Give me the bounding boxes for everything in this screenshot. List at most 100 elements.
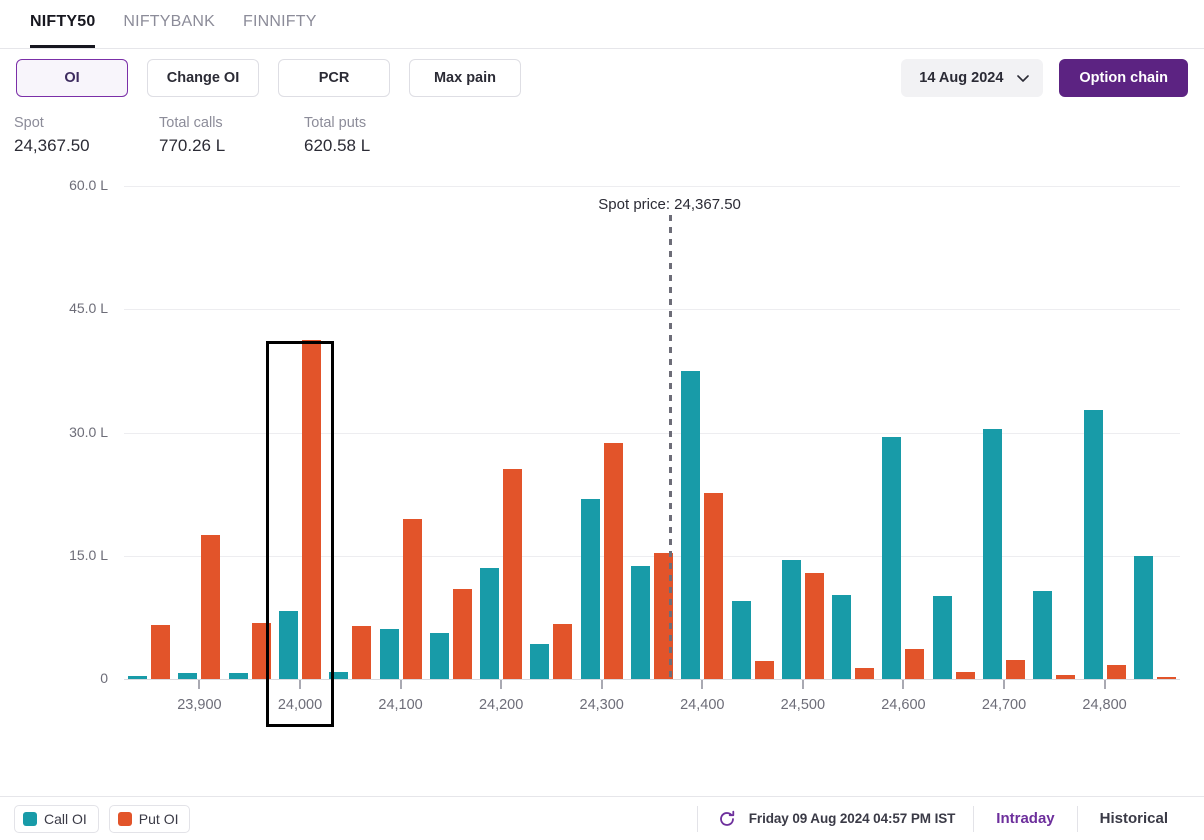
y-axis-tick-label: 15.0 L [69,546,108,563]
chart-right-controls: 14 Aug 2024 Option chain [901,59,1188,97]
highlight-box-24000 [266,341,334,727]
stat-spot: Spot 24,367.50 [14,113,159,159]
bar-call-oi[interactable] [429,633,449,679]
stat-value: 620.58 L [304,136,371,156]
y-axis-tick-label: 45.0 L [69,300,108,317]
bar-put-oi[interactable] [151,624,171,679]
x-axis-tick [1103,680,1106,689]
bar-call-oi[interactable] [1083,409,1103,679]
option-chain-button[interactable]: Option chain [1059,59,1188,97]
filter-change-oi[interactable]: Change OI [147,59,259,97]
tab-nifty50[interactable]: NIFTY50 [16,0,109,48]
summary-stats: Spot 24,367.50 Total calls 770.26 L Total pu… [14,113,504,159]
bar-call-oi[interactable] [228,673,248,679]
bar-call-oi[interactable] [882,437,902,679]
metric-filter-group: OI Change OI PCR Max pain [16,59,521,97]
bar-call-oi[interactable] [681,370,701,679]
chart-legend: Call OI Put OI [14,804,191,833]
chevron-down-icon [1017,74,1030,82]
x-axis-tick-label: 24,100 [378,697,423,713]
x-axis-tick [1003,680,1005,689]
put-oi-swatch [117,811,132,826]
x-axis-tick [500,680,503,689]
bar-call-oi[interactable] [480,568,500,679]
tab-finnifty[interactable]: FINNIFTY [229,0,331,48]
x-axis-tick [600,680,603,689]
bar-put-oi[interactable] [352,625,372,679]
footer-right: Friday 09 Aug 2024 04:57 PM IST Intraday… [696,804,1190,834]
bar-put-oi[interactable] [402,518,422,679]
bar-put-oi[interactable] [1006,660,1025,679]
x-axis-tick [902,680,905,689]
y-axis-tick-label: 30.0 L [69,423,108,440]
bar-put-oi[interactable] [603,443,623,679]
expiry-date-select[interactable]: 14 Aug 2024 [901,59,1044,97]
legend-label: Put OI [138,810,179,827]
bar-put-oi[interactable] [201,535,221,679]
call-oi-swatch [23,811,37,826]
x-axis-tick [399,680,402,689]
bar-call-oi[interactable] [932,596,952,679]
refresh-cell: Friday 09 Aug 2024 04:57 PM IST [698,810,974,828]
bar-call-oi[interactable] [128,675,148,679]
bar-put-oi[interactable] [1156,677,1176,679]
filter-oi[interactable]: OI [16,59,128,97]
bar-call-oi[interactable] [983,429,1002,679]
bar-put-oi[interactable] [905,648,925,679]
spot-price-line [668,215,672,679]
stat-total-puts: Total puts 620.58 L [304,113,504,159]
expiry-date-label: 14 Aug 2024 [919,70,1004,86]
stat-value: 770.26 L [159,136,226,156]
x-axis-tick-label: 24,400 [680,697,725,713]
stat-label: Spot [14,115,44,131]
mode-intraday[interactable]: Intraday [974,810,1076,827]
stat-label: Total calls [159,115,223,131]
bar-call-oi[interactable] [379,628,399,679]
x-axis-tick-label: 24,200 [478,697,524,713]
bar-call-oi[interactable] [178,673,198,679]
bar-call-oi[interactable] [530,643,550,679]
oi-chart-page: NIFTY50 NIFTYBANK FINNIFTY OI Change OI PCR M… [0,0,1204,840]
chart-footer: Call OI Put OI Friday 09 Aug 2024 04:57 P… [0,796,1204,840]
bar-put-oi[interactable] [452,589,472,679]
bar-put-oi[interactable] [855,667,875,679]
bar-put-oi[interactable] [1106,665,1126,679]
bar-call-oi[interactable] [731,600,751,679]
stat-label: Total puts [304,115,367,131]
x-axis-tick-label: 23,900 [177,697,222,713]
x-axis-tick-label: 24,500 [780,697,826,713]
bar-call-oi[interactable] [781,559,801,679]
bar-put-oi[interactable] [503,469,523,679]
filter-pcr[interactable]: PCR [278,59,390,97]
refresh-icon[interactable] [718,810,736,828]
y-axis-tick-label: 0 [100,670,108,686]
bar-put-oi[interactable] [754,660,774,679]
x-axis-tick-label: 24,600 [881,697,926,713]
bar-put-oi[interactable] [955,672,975,679]
legend-item-put-oi[interactable]: Put OI [108,804,191,833]
filter-max-pain[interactable]: Max pain [409,59,521,97]
x-axis-tick-label: 24,700 [981,697,1027,713]
x-axis-tick [701,680,704,689]
bar-call-oi[interactable] [580,499,600,679]
legend-item-call-oi[interactable]: Call OI [14,804,99,833]
x-axis-tick-label: 24,300 [579,697,624,713]
bar-put-oi[interactable] [1056,674,1076,679]
tab-niftybank[interactable]: NIFTYBANK [109,0,229,48]
y-axis-tick-label: 60.0 L [69,177,108,193]
bar-put-oi[interactable] [704,493,724,679]
spot-price-label: Spot price: 24,367.50 [598,196,741,213]
bar-put-oi[interactable] [553,623,573,679]
stat-value: 24,367.50 [14,136,90,156]
legend-label: Call OI [44,810,87,827]
bar-put-oi[interactable] [804,573,824,679]
bar-call-oi[interactable] [832,595,852,679]
last-updated-timestamp: Friday 09 Aug 2024 04:57 PM IST [748,811,956,826]
bar-call-oi[interactable] [631,565,650,679]
x-axis-tick-label: 24,800 [1082,697,1127,713]
bar-call-oi[interactable] [1033,591,1053,679]
mode-historical[interactable]: Historical [1078,810,1190,827]
stat-total-calls: Total calls 770.26 L [159,113,304,159]
x-axis-tick [801,680,804,689]
bar-call-oi[interactable] [1133,555,1153,679]
